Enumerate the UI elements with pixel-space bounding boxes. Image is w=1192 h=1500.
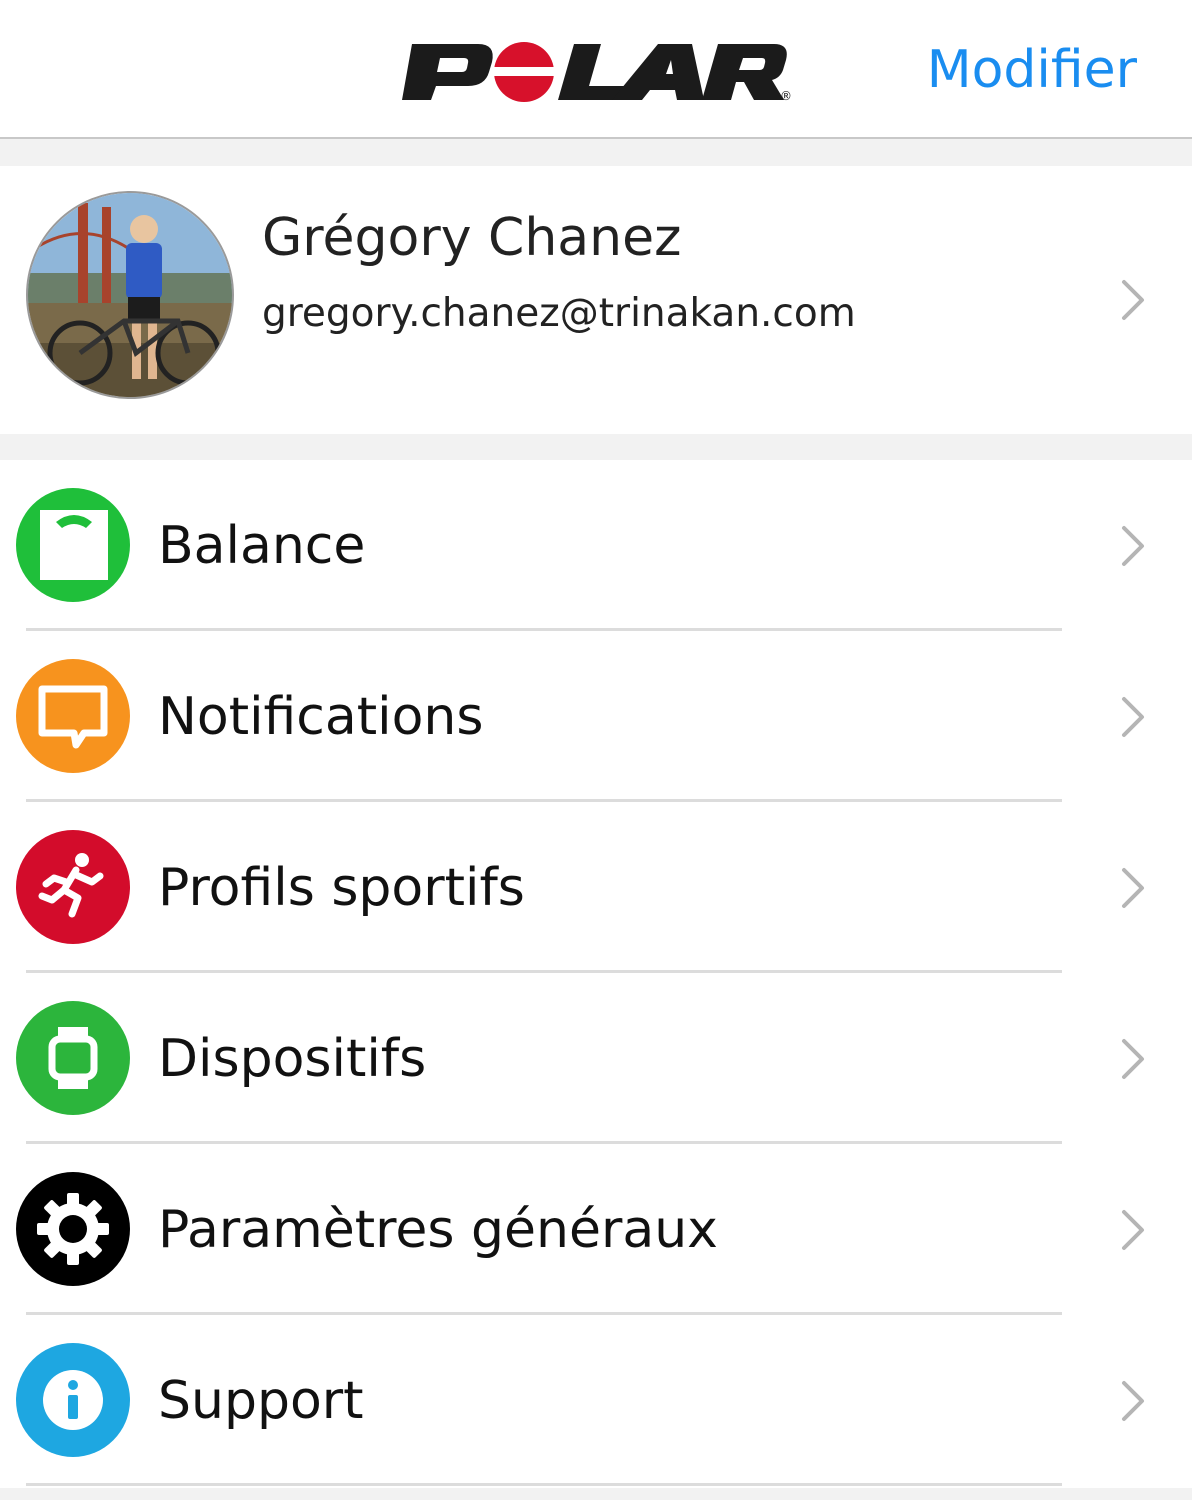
divider: [26, 1483, 1062, 1486]
menu-item-label: Notifications: [158, 687, 484, 747]
profile-name: Grégory Chanez: [262, 208, 682, 268]
menu-item-label: Balance: [158, 516, 366, 576]
menu-item-support[interactable]: Support: [0, 1315, 1192, 1486]
runner-icon: [16, 830, 130, 944]
speech-bubble-icon: [16, 659, 130, 773]
chevron-right-icon: [1122, 868, 1144, 908]
settings-menu: Balance Notifications Profils sportifs D…: [0, 460, 1192, 1488]
scale-icon: [16, 488, 130, 602]
menu-item-general-settings[interactable]: Paramètres généraux: [0, 1144, 1192, 1315]
chevron-right-icon: [1122, 1039, 1144, 1079]
edit-button[interactable]: Modifier: [927, 38, 1137, 102]
watch-icon: [16, 1001, 130, 1115]
gear-icon: [16, 1172, 130, 1286]
chevron-right-icon: [1122, 280, 1144, 320]
polar-logo: ®: [402, 42, 792, 103]
svg-text:®: ®: [780, 89, 792, 103]
chevron-right-icon: [1122, 697, 1144, 737]
chevron-right-icon: [1122, 526, 1144, 566]
menu-item-label: Paramètres généraux: [158, 1200, 718, 1260]
top-bar: ® Modifier: [0, 0, 1192, 139]
info-icon: [16, 1343, 130, 1457]
avatar: [26, 191, 234, 399]
menu-item-label: Profils sportifs: [158, 858, 525, 918]
profile-email: gregory.chanez@trinakan.com: [262, 291, 856, 336]
chevron-right-icon: [1122, 1381, 1144, 1421]
menu-item-balance[interactable]: Balance: [0, 460, 1192, 631]
menu-item-label: Support: [158, 1371, 364, 1431]
menu-item-notifications[interactable]: Notifications: [0, 631, 1192, 802]
menu-item-sport-profiles[interactable]: Profils sportifs: [0, 802, 1192, 973]
menu-item-devices[interactable]: Dispositifs: [0, 973, 1192, 1144]
menu-item-label: Dispositifs: [158, 1029, 427, 1089]
profile-card[interactable]: Grégory Chanez gregory.chanez@trinakan.c…: [0, 166, 1192, 434]
chevron-right-icon: [1122, 1210, 1144, 1250]
